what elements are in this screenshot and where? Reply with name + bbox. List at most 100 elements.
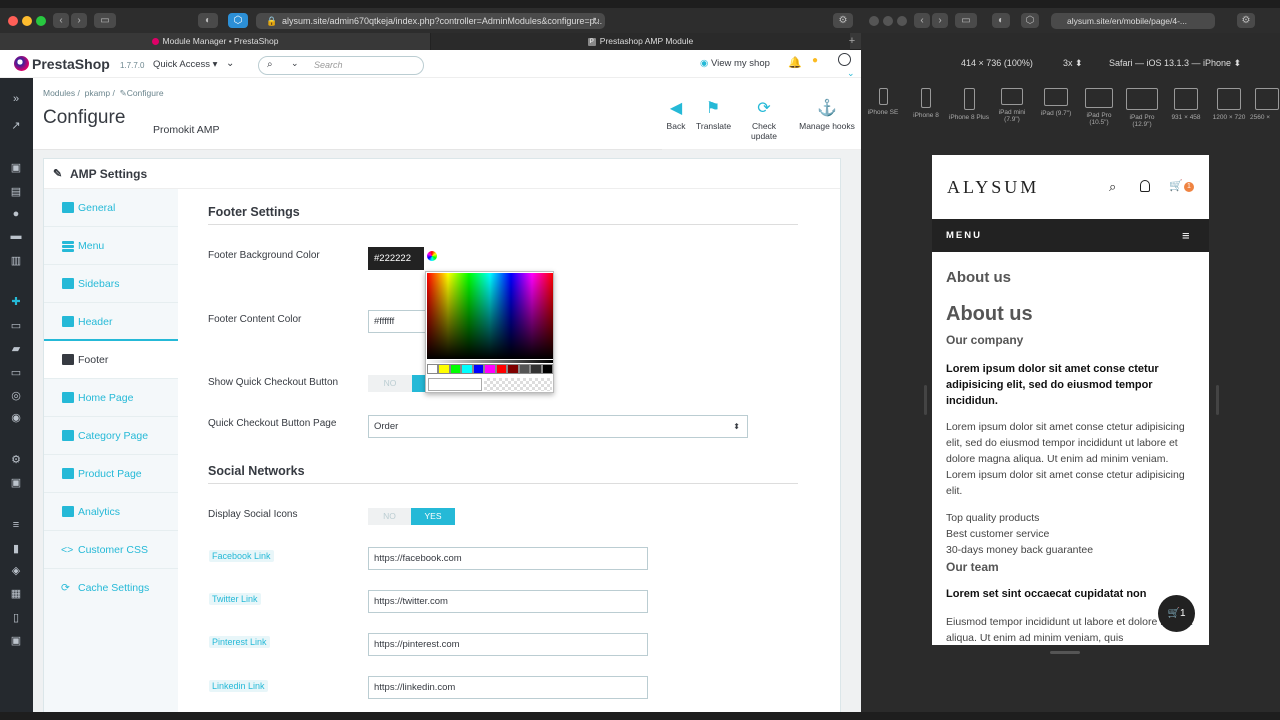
sidebar-toggle-icon[interactable]: ▭	[955, 13, 977, 28]
tab-category-page[interactable]: Category Page	[44, 417, 178, 455]
shield-icon[interactable]: ◐	[198, 13, 218, 28]
mobile-icon[interactable]: ▯	[10, 612, 22, 624]
back-button[interactable]: ◀ Back	[662, 100, 690, 131]
search-icon[interactable]: ⌕	[1109, 179, 1116, 195]
extension-icon[interactable]: ⬡	[1021, 13, 1039, 28]
shipping-truck-icon[interactable]: ▰	[10, 343, 22, 355]
color-swatches[interactable]	[427, 364, 553, 374]
payment-card-icon[interactable]: ▭	[10, 367, 22, 379]
minimize-window-button[interactable]	[22, 16, 32, 26]
twitter-link-input[interactable]: https://twitter.com	[368, 590, 648, 613]
shield-icon[interactable]: ◐	[992, 13, 1010, 28]
close-window-button[interactable]	[8, 16, 18, 26]
document-icon[interactable]: ▮	[10, 543, 22, 555]
resize-handle-left[interactable]	[924, 385, 927, 415]
lightbulb-icon[interactable]: ●	[812, 55, 818, 66]
tab-footer[interactable]: Footer	[44, 341, 178, 379]
lightness-slider[interactable]	[427, 360, 553, 363]
cart-icon[interactable]: 🛒	[1169, 179, 1183, 192]
device-ipad-pro-10[interactable]: iPad Pro (10.5")	[1077, 88, 1121, 126]
minimize-window-button[interactable]	[883, 16, 893, 26]
view-shop-link[interactable]: ◉ View my shop	[700, 58, 770, 69]
settings-gear-icon[interactable]: ⚙	[833, 13, 853, 28]
translate-button[interactable]: ⚑ Translate	[696, 100, 731, 131]
orders-basket-icon[interactable]: ▣	[10, 162, 22, 174]
chevron-down-icon[interactable]: ⌄	[291, 58, 299, 69]
device-ipad-pro-12[interactable]: iPad Pro (12.9")	[1120, 88, 1164, 128]
user-icon[interactable]	[1140, 180, 1150, 192]
back-arrow-icon[interactable]: ‹	[914, 13, 930, 28]
footer-content-color-input[interactable]: #ffffff	[368, 310, 426, 333]
stats-icon[interactable]: ▥	[10, 255, 22, 267]
tab-home-page[interactable]: Home Page	[44, 379, 178, 417]
sidebar-toggle-icon[interactable]: ▭	[94, 13, 116, 28]
international-globe-icon[interactable]: ◎	[10, 390, 22, 402]
messages-icon[interactable]: ▬	[10, 230, 22, 242]
advanced-icon[interactable]: ▣	[10, 477, 22, 489]
tab-customer-css[interactable]: <> Customer CSS	[44, 531, 178, 569]
catalog-store-icon[interactable]: ▤	[10, 186, 22, 198]
tab-sidebars[interactable]: Sidebars	[44, 265, 178, 303]
forward-arrow-icon[interactable]: ›	[71, 13, 87, 28]
footer-bg-color-input[interactable]: #222222	[368, 247, 424, 270]
resize-handle[interactable]	[1050, 651, 1080, 654]
color-spectrum[interactable]	[427, 273, 553, 359]
expand-sidebar-icon[interactable]: »	[10, 93, 22, 105]
avatar[interactable]	[838, 53, 851, 66]
marketing-icon[interactable]: ◉	[10, 412, 22, 424]
device-custom-2560[interactable]: 2560 ×	[1250, 88, 1280, 121]
tab-amp-module[interactable]: P Prestashop AMP Module	[430, 33, 850, 50]
settings-gear-icon[interactable]: ⚙	[1237, 13, 1255, 28]
device-custom-931[interactable]: 931 × 458	[1164, 88, 1208, 121]
new-tab-icon[interactable]: +	[845, 33, 859, 50]
tab-module-manager[interactable]: Module Manager • PrestaShop	[0, 33, 430, 50]
color-swatch[interactable]	[461, 364, 473, 374]
facebook-link-input[interactable]: https://facebook.com	[368, 547, 648, 570]
reload-icon[interactable]: ↻	[592, 13, 600, 29]
color-swatch[interactable]	[507, 364, 519, 374]
floating-cart-button[interactable]: 🛒1	[1158, 595, 1195, 632]
color-swatch[interactable]	[541, 364, 553, 374]
menu-list-icon[interactable]: ≡	[10, 519, 22, 531]
preview-icon[interactable]: ▣	[10, 635, 22, 647]
manage-hooks-button[interactable]: ⚓ Manage hooks	[799, 100, 855, 131]
back-arrow-icon[interactable]: ‹	[53, 13, 69, 28]
quick-checkout-page-select[interactable]: Order ⬍	[368, 415, 748, 438]
tab-menu[interactable]: Menu	[44, 227, 178, 265]
device-ipad-mini[interactable]: iPad mini (7.9")	[990, 88, 1034, 123]
device-ipad[interactable]: iPad (9.7")	[1034, 88, 1078, 117]
site-logo[interactable]: ALYSUM	[947, 177, 1039, 198]
extension-icon[interactable]: ⬡	[228, 13, 248, 28]
color-swatch[interactable]	[530, 364, 542, 374]
forward-arrow-icon[interactable]: ›	[932, 13, 948, 28]
color-swatch[interactable]	[495, 364, 508, 374]
breadcrumb-pkamp[interactable]: pkamp	[85, 88, 111, 98]
resize-handle-right[interactable]	[1216, 385, 1219, 415]
tab-header[interactable]: Header	[44, 303, 178, 341]
device-custom-1200[interactable]: 1200 × 720	[1207, 88, 1251, 121]
color-picker-popup[interactable]	[425, 271, 554, 393]
color-swatch[interactable]	[427, 364, 439, 374]
close-window-button[interactable]	[869, 16, 879, 26]
color-swatch[interactable]	[449, 364, 462, 374]
quick-access-dropdown[interactable]: Quick Access ▾	[153, 59, 217, 70]
color-swatch[interactable]	[472, 364, 485, 374]
settings-gear-icon[interactable]: ⚙	[10, 454, 22, 466]
linkedin-link-input[interactable]: https://linkedin.com	[368, 676, 648, 699]
maximize-window-button[interactable]	[36, 16, 46, 26]
device-iphone-8-plus[interactable]: iPhone 8 Plus	[947, 88, 991, 121]
quick-checkout-no-toggle[interactable]: NO	[368, 375, 412, 392]
device-iphone-se[interactable]: iPhone SE	[861, 88, 905, 116]
social-icons-yes-toggle[interactable]: YES	[411, 508, 455, 525]
dashboard-icon[interactable]: ↗	[10, 120, 22, 132]
color-swatch[interactable]	[438, 364, 450, 374]
mobile-menu-bar[interactable]: MENU ≡	[932, 219, 1209, 252]
social-icons-no-toggle[interactable]: NO	[368, 508, 411, 525]
tab-product-page[interactable]: Product Page	[44, 455, 178, 493]
device-iphone-8[interactable]: iPhone 8	[904, 88, 948, 119]
device-select[interactable]: Safari — iOS 13.1.3 — iPhone ⬍	[1109, 58, 1241, 69]
color-swatch[interactable]	[484, 364, 496, 374]
breadcrumb-modules[interactable]: Modules	[43, 88, 75, 98]
bell-icon[interactable]: 🔔	[788, 56, 802, 69]
preview-address-bar[interactable]: alysum.site/en/mobile/page/4-...	[1051, 13, 1215, 29]
